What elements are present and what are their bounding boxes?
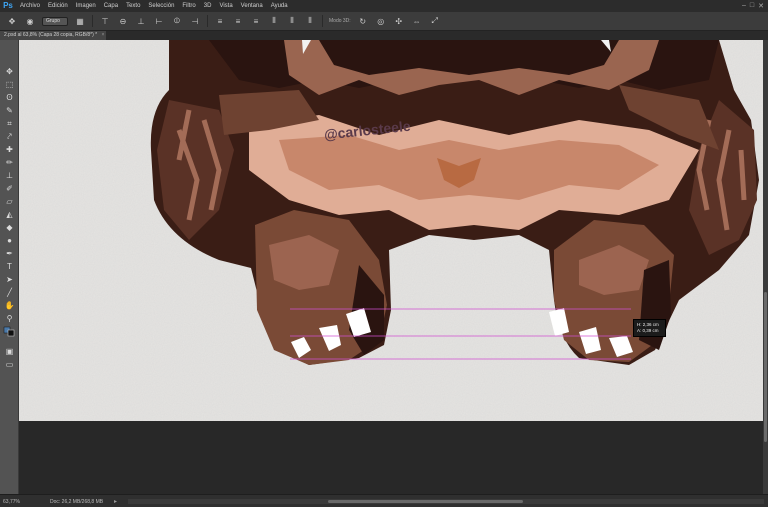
menu-3d[interactable]: 3D (200, 0, 216, 12)
distribute-hcenter-icon[interactable]: ⦀ (286, 16, 298, 27)
photoshop-logo: Ps (3, 1, 13, 10)
document-tab-bar: 2.psd al 63,8% (Capa 28 copia, RGB/8*) *… (0, 31, 768, 40)
move-tool-preset-icon[interactable]: ✥ (6, 16, 18, 27)
menu-ventana[interactable]: Ventana (237, 0, 267, 12)
align-left-icon[interactable]: ⊢ (153, 16, 165, 27)
distribute-right-icon[interactable]: ⦀ (304, 16, 316, 27)
menu-imagen[interactable]: Imagen (72, 0, 100, 12)
type-tool-icon[interactable]: T (3, 261, 16, 272)
gradient-tool-icon[interactable]: ◭ (3, 209, 16, 220)
artwork: @carlosteele (19, 40, 763, 421)
roll-3d-icon[interactable]: ◎ (375, 16, 387, 27)
menu-texto[interactable]: Texto (122, 0, 144, 12)
drag-3d-icon[interactable]: ✣ (393, 16, 405, 27)
menu-capa[interactable]: Capa (100, 0, 122, 12)
close-tab-icon[interactable]: × (102, 32, 105, 38)
distribute-top-icon[interactable]: ≡ (214, 16, 226, 27)
menu-seleccion[interactable]: Selección (144, 0, 178, 12)
align-top-icon[interactable]: ⊤ (99, 16, 111, 27)
rotate-3d-icon[interactable]: ↻ (357, 16, 369, 27)
scale-3d-icon[interactable]: ⤢ (429, 16, 441, 27)
shape-tool-icon[interactable]: ╱ (3, 287, 16, 298)
pasteboard (19, 421, 763, 494)
screen-mode-icon[interactable]: ▭ (3, 359, 16, 370)
measure-height: A: 0,39 cm (637, 328, 659, 333)
move-tool-icon[interactable]: ✥ (3, 66, 16, 77)
menu-ayuda[interactable]: Ayuda (267, 0, 292, 12)
align-right-icon[interactable]: ⊣ (189, 16, 201, 27)
minimize-button[interactable]: – (742, 2, 746, 10)
dodge-tool-icon[interactable]: ● (3, 235, 16, 246)
lasso-tool-icon[interactable]: ʘ (3, 92, 16, 103)
menu-bar: Ps Archivo Edición Imagen Capa Texto Sel… (0, 0, 768, 12)
zoom-level[interactable]: 63,77% (3, 499, 20, 505)
marquee-tool-icon[interactable]: ⬚ (3, 79, 16, 90)
canvas[interactable]: @carlosteele (19, 40, 763, 421)
divider (92, 15, 93, 27)
document-tab[interactable]: 2.psd al 63,8% (Capa 28 copia, RGB/8*) *… (0, 31, 106, 40)
eraser-tool-icon[interactable]: ▱ (3, 196, 16, 207)
brush-tool-icon[interactable]: ✏ (3, 157, 16, 168)
menu-filtro[interactable]: Filtro (178, 0, 199, 12)
quick-mask-icon[interactable]: ▣ (3, 346, 16, 357)
menu-archivo[interactable]: Archivo (16, 0, 44, 12)
menu-vista[interactable]: Vista (215, 0, 236, 12)
head-top (319, 40, 619, 75)
photoshop-window: Ps Archivo Edición Imagen Capa Texto Sel… (0, 0, 768, 507)
blur-tool-icon[interactable]: ◆ (3, 222, 16, 233)
window-controls: – □ ✕ (742, 2, 768, 10)
align-bottom-icon[interactable]: ⊥ (135, 16, 147, 27)
maximize-button[interactable]: □ (750, 2, 754, 10)
pen-tool-icon[interactable]: ✒ (3, 248, 16, 259)
horizontal-scrollbar[interactable] (128, 499, 764, 504)
quick-select-tool-icon[interactable]: ✎ (3, 105, 16, 116)
close-window-button[interactable]: ✕ (758, 2, 764, 10)
color-swatches-icon[interactable] (3, 326, 16, 337)
status-menu-arrow-icon[interactable]: ▸ (114, 498, 117, 505)
mode-3d-label: Modo 3D: (329, 18, 351, 24)
align-vcenter-icon[interactable]: ⊖ (117, 16, 129, 27)
hand-tool-icon[interactable]: ✋ (3, 300, 16, 311)
distribute-bottom-icon[interactable]: ≡ (250, 16, 262, 27)
options-bar: ✥ ◉ Grupo ▦ ⊤ ⊖ ⊥ ⊢ ⦶ ⊣ ≡ ≡ ≡ ⦀ ⦀ ⦀ Modo… (0, 12, 768, 31)
transform-controls-icon[interactable]: ▦ (74, 16, 86, 27)
path-select-tool-icon[interactable]: ➤ (3, 274, 16, 285)
healing-brush-tool-icon[interactable]: ✚ (3, 144, 16, 155)
eyedropper-tool-icon[interactable]: ⤤ (3, 131, 16, 142)
vertical-scroll-thumb[interactable] (764, 292, 767, 442)
distribute-left-icon[interactable]: ⦀ (268, 16, 280, 27)
align-hcenter-icon[interactable]: ⦶ (171, 16, 183, 27)
history-brush-tool-icon[interactable]: ✐ (3, 183, 16, 194)
horizontal-scroll-thumb[interactable] (328, 500, 523, 503)
slide-3d-icon[interactable]: ⇔ (411, 16, 423, 27)
menu-edicion[interactable]: Edición (44, 0, 72, 12)
tools-panel: ✥ ⬚ ʘ ✎ ⌗ ⤤ ✚ ✏ ⊥ ✐ ▱ ◭ ◆ ● ✒ T ➤ ╱ ✋ ⚲ … (0, 40, 19, 494)
auto-select-dropdown[interactable]: Grupo (42, 16, 68, 26)
divider (322, 15, 323, 27)
document-tab-title: 2.psd al 63,8% (Capa 28 copia, RGB/8*) * (4, 32, 98, 38)
crop-tool-icon[interactable]: ⌗ (3, 118, 16, 129)
divider (207, 15, 208, 27)
zoom-tool-icon[interactable]: ⚲ (3, 313, 16, 324)
status-bar: 63,77% Doc: 26,2 MB/268,8 MB ▸ (0, 494, 768, 507)
vertical-scrollbar[interactable] (763, 40, 768, 494)
document-size: Doc: 26,2 MB/268,8 MB (50, 499, 104, 505)
measurement-tooltip: H: 2,36 cm A: 0,39 cm (633, 319, 666, 337)
clone-stamp-tool-icon[interactable]: ⊥ (3, 170, 16, 181)
auto-select-checkbox-icon[interactable]: ◉ (24, 16, 36, 27)
distribute-vcenter-icon[interactable]: ≡ (232, 16, 244, 27)
